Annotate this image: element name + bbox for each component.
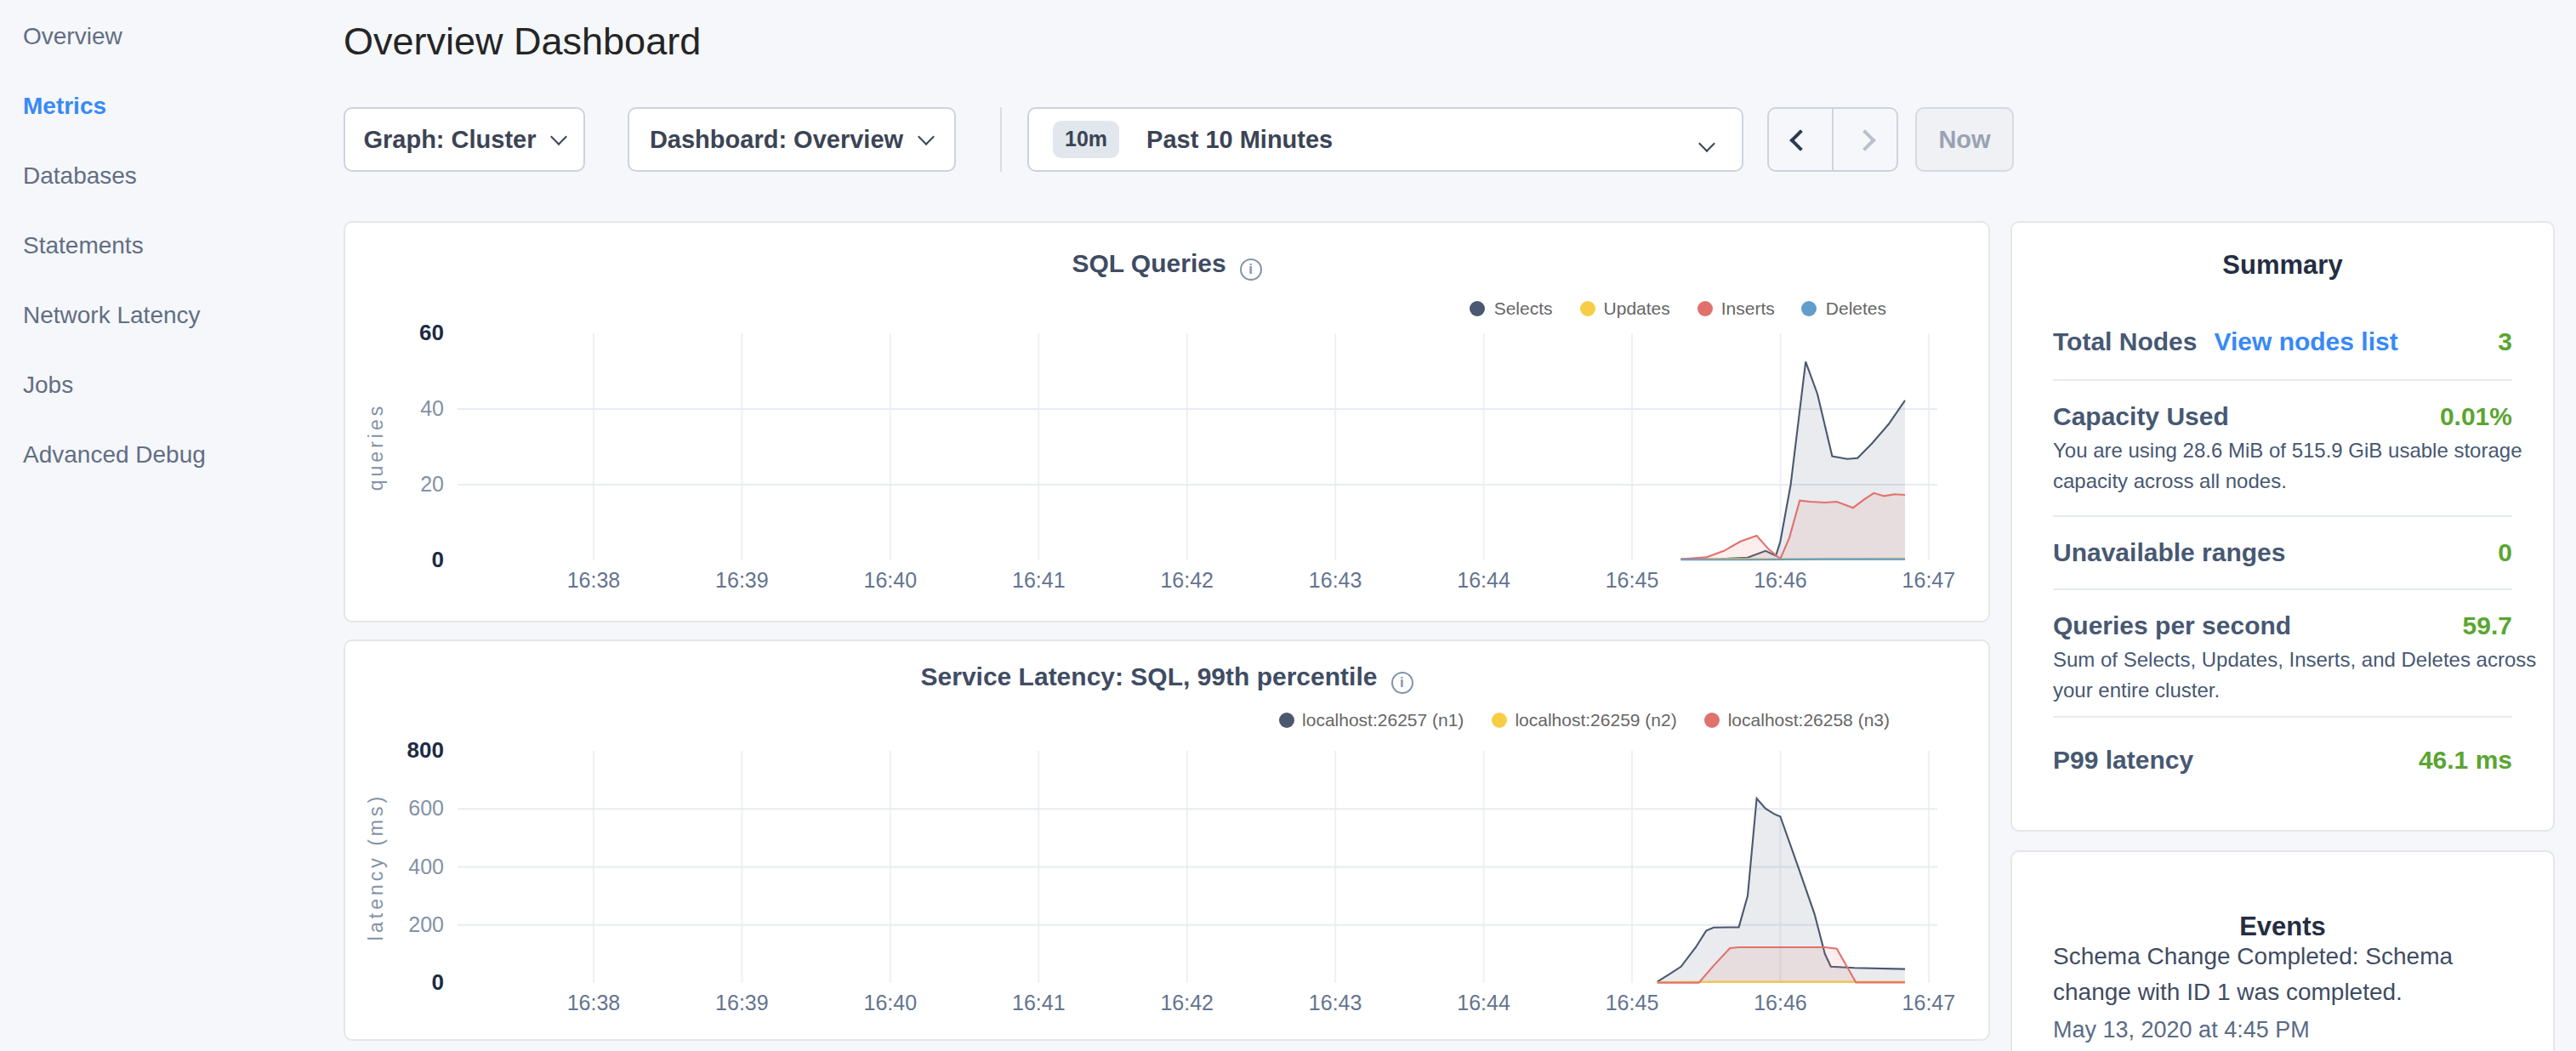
events-panel: Events Schema Change Completed: Schema c… xyxy=(2010,850,2555,1051)
time-step-back-button[interactable] xyxy=(1769,109,1834,170)
time-range-dropdown[interactable]: 10m Past 10 Minutes xyxy=(1027,107,1743,172)
svg-text:16:40: 16:40 xyxy=(864,991,918,1014)
service-latency-panel: Service Latency: SQL, 99th percentilei l… xyxy=(344,639,1990,1041)
summary-row-value: 0 xyxy=(2498,536,2512,570)
svg-text:0: 0 xyxy=(432,547,444,572)
svg-text:16:46: 16:46 xyxy=(1754,991,1807,1014)
chevron-left-icon xyxy=(1789,128,1811,150)
svg-text:600: 600 xyxy=(408,796,444,820)
summary-row-label: Unavailable ranges xyxy=(2053,536,2285,570)
chevron-down-icon xyxy=(1698,135,1715,152)
chevron-down-icon xyxy=(918,128,935,145)
summary-panel: Summary Total Nodes View nodes list 3 Ca… xyxy=(2010,221,2555,831)
summary-row-qps: Queries per second 59.7 Sum of Selects, … xyxy=(2053,590,2512,718)
svg-text:16:45: 16:45 xyxy=(1606,568,1659,592)
sql-queries-panel: SQL Queriesi SelectsUpdatesInsertsDelete… xyxy=(344,221,1990,622)
svg-text:16:40: 16:40 xyxy=(864,568,918,592)
chevron-down-icon xyxy=(551,128,568,145)
time-step-group xyxy=(1767,107,1898,172)
now-button[interactable]: Now xyxy=(1915,107,2014,172)
now-button-label: Now xyxy=(1938,126,1990,153)
svg-text:queries: queries xyxy=(365,403,387,491)
sidebar-item-overview[interactable]: Overview xyxy=(0,0,344,70)
summary-row-desc: Sum of Selects, Updates, Inserts, and De… xyxy=(2053,645,2576,706)
page-title: Overview Dashboard xyxy=(344,20,701,65)
sidebar-item-statements[interactable]: Statements xyxy=(0,209,344,279)
time-range-badge: 10m xyxy=(1053,121,1119,158)
event-text: Schema Change Completed: Schema change w… xyxy=(2053,939,2512,1010)
toolbar-divider xyxy=(999,107,1001,172)
svg-text:16:38: 16:38 xyxy=(567,991,621,1014)
sidebar-item-databases[interactable]: Databases xyxy=(0,139,344,209)
svg-text:16:45: 16:45 xyxy=(1606,991,1659,1014)
svg-text:latency (ms): latency (ms) xyxy=(365,793,387,940)
svg-text:16:47: 16:47 xyxy=(1902,568,1956,592)
svg-text:0: 0 xyxy=(432,969,444,995)
summary-row-desc: You are using 28.6 MiB of 515.9 GiB usab… xyxy=(2053,435,2533,497)
summary-row-total-nodes: Total Nodes View nodes list 3 xyxy=(2053,304,2512,381)
summary-row-value: 0.01% xyxy=(2440,400,2512,434)
svg-text:40: 40 xyxy=(420,396,444,420)
sql-queries-chart: 16:38 16:39 16:40 16:41 16:42 16:43 16:44 16:45… xyxy=(345,223,1992,624)
sidebar-item-metrics[interactable]: Metrics xyxy=(0,70,344,139)
summary-row-value: 46.1 ms xyxy=(2419,743,2512,777)
time-step-forward-button[interactable] xyxy=(1834,109,1896,170)
summary-row-unavailable: Unavailable ranges 0 xyxy=(2053,517,2512,590)
svg-text:16:39: 16:39 xyxy=(715,991,769,1014)
svg-text:60: 60 xyxy=(419,320,444,345)
event-time[interactable]: May 13, 2020 at 4:45 PM xyxy=(2053,1012,2512,1048)
svg-text:16:43: 16:43 xyxy=(1309,568,1362,592)
dashboard-dropdown-label: Dashboard: Overview xyxy=(650,126,903,153)
summary-title: Summary xyxy=(2053,250,2512,281)
graph-dropdown[interactable]: Graph: Cluster xyxy=(344,107,585,172)
service-latency-chart: 16:38 16:39 16:40 16:41 16:42 16:43 16:44 16:45… xyxy=(345,641,1992,1042)
svg-text:16:38: 16:38 xyxy=(567,568,621,592)
svg-text:16:41: 16:41 xyxy=(1012,991,1066,1014)
summary-row-label: P99 latency xyxy=(2053,743,2193,777)
sidebar-item-network-latency[interactable]: Network Latency xyxy=(0,279,344,349)
svg-text:16:43: 16:43 xyxy=(1309,991,1362,1014)
svg-text:16:42: 16:42 xyxy=(1160,568,1214,592)
svg-text:20: 20 xyxy=(420,472,444,496)
summary-row-p99: P99 latency 46.1 ms xyxy=(2053,718,2512,796)
svg-text:16:42: 16:42 xyxy=(1160,991,1214,1014)
summary-row-label: Queries per second xyxy=(2053,609,2291,643)
summary-row-label: Total Nodes xyxy=(2053,325,2197,359)
summary-row-value: 59.7 xyxy=(2463,609,2512,643)
svg-text:200: 200 xyxy=(408,912,444,936)
svg-text:800: 800 xyxy=(407,737,444,763)
events-title: Events xyxy=(2053,912,2512,942)
svg-text:16:46: 16:46 xyxy=(1754,568,1807,592)
chevron-right-icon xyxy=(1854,128,1875,150)
graph-dropdown-label: Graph: Cluster xyxy=(363,126,536,153)
sidebar-item-jobs[interactable]: Jobs xyxy=(0,349,344,418)
time-range-label: Past 10 Minutes xyxy=(1146,126,1333,153)
svg-text:16:47: 16:47 xyxy=(1902,991,1956,1014)
svg-text:16:41: 16:41 xyxy=(1012,568,1066,592)
summary-row-label: Capacity Used xyxy=(2053,400,2229,434)
sidebar: Overview Metrics Databases Statements Ne… xyxy=(0,0,344,488)
svg-text:400: 400 xyxy=(408,855,444,878)
sidebar-item-advanced-debug[interactable]: Advanced Debug xyxy=(0,418,344,488)
view-nodes-list-link[interactable]: View nodes list xyxy=(2214,325,2397,359)
svg-text:16:39: 16:39 xyxy=(715,568,769,592)
dashboard-dropdown[interactable]: Dashboard: Overview xyxy=(627,107,955,172)
summary-row-capacity: Capacity Used 0.01% You are using 28.6 M… xyxy=(2053,381,2512,517)
svg-text:16:44: 16:44 xyxy=(1457,991,1510,1014)
summary-row-value: 3 xyxy=(2498,325,2512,359)
svg-text:16:44: 16:44 xyxy=(1457,568,1510,592)
app-root: Overview Metrics Databases Statements Ne… xyxy=(0,0,2576,1051)
